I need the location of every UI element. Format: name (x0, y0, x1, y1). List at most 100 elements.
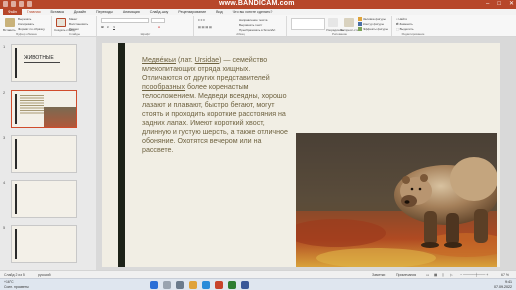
taskbar-icons (150, 281, 249, 289)
find-button[interactable]: ⌕ Найти (396, 17, 407, 21)
thumbnail-number: 5 (3, 225, 6, 230)
recording-watermark: www.BANDICAM.com (219, 0, 295, 7)
arrange-icon[interactable] (328, 18, 338, 27)
thumbnail-number: 3 (3, 135, 6, 140)
word-latin-link: Ursidae (194, 56, 220, 64)
view-reading-icon[interactable]: ▯ (442, 273, 444, 277)
view-sorter-icon[interactable]: ▦ (434, 273, 437, 277)
font-name-input[interactable] (101, 18, 149, 23)
view-normal-icon[interactable]: ▭ (426, 273, 429, 277)
thumbnail-bar (15, 139, 17, 169)
comments-button[interactable]: Примечания (396, 273, 416, 277)
slide-thumbnail-pane[interactable]: 1 ЖИВОТНЫЕ 2 3 4 5 (0, 37, 96, 270)
text-direction-button[interactable]: Направление текста (239, 18, 267, 22)
pen-icon (358, 22, 362, 27)
paste-icon[interactable] (5, 18, 15, 27)
thumbnail-bar (15, 94, 17, 124)
edge-icon[interactable] (202, 281, 210, 289)
shape-effects-button[interactable]: Эффекты фигуры (358, 27, 388, 32)
close-icon[interactable]: ✕ (509, 1, 514, 8)
thumbnail-slide-5[interactable] (11, 225, 77, 263)
align-text-button[interactable]: Выровнять текст (239, 23, 262, 27)
redo-icon[interactable] (19, 1, 24, 7)
slide[interactable]: Медве́жьи (лат. Ursidae) — семейство мле… (102, 43, 500, 267)
copy-button[interactable]: Копировать (18, 22, 34, 26)
weather-desc: Солн. просветы (4, 284, 29, 289)
clock-date: 07.09.2022 (494, 284, 512, 289)
select-label: Выделить (399, 27, 414, 31)
start-icon[interactable] (150, 281, 158, 289)
bullets-icon[interactable]: ≡ ≡ ≡ (198, 18, 205, 22)
zoom-level[interactable]: 67 % (501, 273, 509, 277)
bandicam-icon[interactable] (228, 281, 236, 289)
slide-body-text[interactable]: Медве́жьи (лат. Ursidae) — семейство мле… (142, 56, 292, 155)
font-size-input[interactable] (151, 18, 165, 23)
shape-fill-button[interactable]: Заливка фигуры (358, 17, 386, 22)
status-bar: Слайд 2 из 5 русский Заметки Примечания … (0, 270, 516, 278)
font-color-icon[interactable]: A (158, 25, 160, 29)
find-label: Найти (398, 17, 408, 21)
task-view-icon[interactable] (176, 281, 184, 289)
thumbnail-number: 2 (3, 90, 6, 95)
quick-access-toolbar[interactable] (3, 1, 32, 7)
file-explorer-icon[interactable] (189, 281, 197, 289)
new-slide-icon[interactable] (56, 18, 66, 27)
thumbnail-bar (15, 48, 17, 78)
powerpoint-icon[interactable] (215, 281, 223, 289)
word-icon[interactable] (241, 281, 249, 289)
thumbnail-bear-image (44, 107, 76, 127)
group-label-editing: Редактирование (401, 32, 425, 36)
title-bar: www.BANDICAM.com – □ ✕ (0, 0, 516, 9)
reset-button[interactable]: Восстановить (69, 22, 88, 26)
zoom-slider[interactable]: − ─────┼─── + (460, 273, 488, 277)
thumbnail-slide-4[interactable] (11, 180, 77, 218)
thumbnail-slide-1[interactable]: ЖИВОТНЫЕ (11, 44, 77, 82)
thumbnail-slide-2[interactable] (11, 90, 77, 128)
group-drawing: Упорядочить Экспресс-стили Заливка фигур… (288, 16, 392, 36)
thumbnail-slide-3[interactable] (11, 135, 77, 173)
group-editing: ⌕ Найти ⇄ Заменить ⬚ Выделить Редактиров… (393, 16, 433, 36)
italic-button[interactable]: К (107, 25, 109, 29)
weather-widget[interactable]: +16°С Солн. просветы (4, 280, 29, 289)
group-slides: Создать слайд Макет Восстановить Раздел … (53, 16, 97, 36)
bold-button[interactable]: Ж (101, 25, 104, 29)
view-slideshow-icon[interactable]: ▷ (450, 273, 453, 277)
bear-photo[interactable] (296, 133, 497, 267)
cut-button[interactable]: Вырезать (18, 17, 31, 21)
group-label-font: Шрифт (140, 32, 151, 36)
undo-icon[interactable] (11, 1, 16, 7)
maximize-icon[interactable]: □ (497, 1, 501, 8)
section-button[interactable]: Раздел (69, 27, 79, 31)
system-clock[interactable]: 9:41 07.09.2022 (494, 280, 512, 289)
paint-bucket-icon (358, 17, 362, 22)
quick-styles-icon[interactable] (344, 18, 354, 27)
save-icon[interactable] (3, 1, 8, 7)
shape-outline-button[interactable]: Контур фигуры (358, 22, 384, 27)
language-indicator[interactable]: русский (38, 273, 51, 277)
minimize-icon[interactable]: – (486, 1, 489, 8)
shape-fill-label: Заливка фигуры (363, 17, 386, 21)
underline-button[interactable]: Ч (113, 25, 115, 29)
group-label-clipboard: Буфер обмена (16, 32, 37, 36)
format-painter-button[interactable]: Формат по образцу (18, 27, 45, 31)
start-slideshow-icon[interactable] (27, 1, 32, 7)
thumbnail-number: 4 (3, 180, 6, 185)
thumbnail-bar (15, 229, 17, 259)
slide-counter: Слайд 2 из 5 (4, 272, 25, 277)
effects-icon (358, 27, 362, 32)
word-caniformia-link: псообразных (142, 83, 186, 91)
thumbnail-number: 1 (3, 44, 6, 49)
bear-photo-graphic (296, 133, 497, 267)
thumbnail-text-lines (20, 95, 44, 115)
notes-button[interactable]: Заметки (372, 273, 385, 277)
text-run: более коренастым телосложением. Медведи … (142, 83, 288, 154)
select-button[interactable]: ⬚ Выделить (396, 27, 414, 31)
group-font: Ж К Ч A Шрифт (98, 16, 194, 36)
replace-button[interactable]: ⇄ Заменить (396, 22, 413, 26)
layout-button[interactable]: Макет (69, 17, 78, 21)
thumbnail-title: ЖИВОТНЫЕ (24, 55, 54, 61)
align-icons[interactable]: ▤ ▤ ▤ ▤ (198, 25, 212, 29)
windows-taskbar: +16°С Солн. просветы 9:41 07.09.2022 (0, 278, 516, 290)
search-icon[interactable] (163, 281, 171, 289)
shapes-gallery[interactable] (291, 18, 325, 30)
